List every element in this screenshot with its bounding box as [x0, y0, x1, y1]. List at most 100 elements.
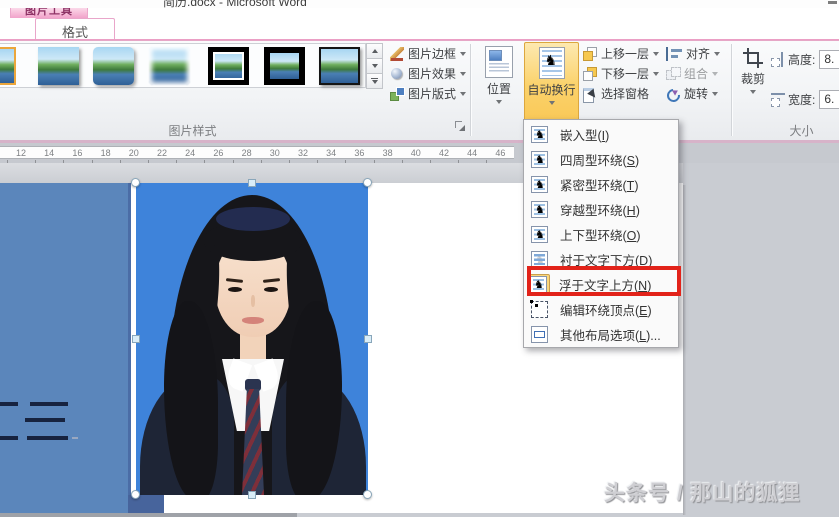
height-row: 高度: 8.: [771, 50, 839, 69]
thumbnail-landscape-image: [264, 47, 305, 85]
menu-item-wrap-E[interactable]: 编辑环绕顶点(E): [524, 297, 678, 322]
chevron-down-icon: [712, 71, 719, 76]
rotate-icon: [666, 87, 680, 101]
photo-nose: [251, 295, 255, 307]
picture-effects-label: 图片效果: [408, 67, 457, 81]
minimize-icon[interactable]: [828, 1, 837, 4]
page-shadow: [683, 185, 686, 515]
wrap-text-icon: [538, 47, 565, 79]
width-icon: [771, 92, 785, 107]
picture-style-thumbnail-style-frame-selected[interactable]: [0, 47, 16, 85]
ribbon-tab-row: 图片工具 格式: [0, 8, 839, 47]
ruler-number: 30: [269, 148, 280, 158]
selection-pane-icon: [583, 87, 597, 103]
picture-effects-icon: [390, 67, 404, 81]
contextual-tab-label: 图片工具: [25, 8, 73, 17]
wrap-style-icon: [531, 201, 548, 218]
ruler-number: 28: [241, 148, 252, 158]
window-title: 简历.docx - Microsoft Word: [163, 0, 307, 8]
menu-item-label: 衬于文字下方(D): [560, 254, 653, 268]
position-label: 位置: [486, 82, 511, 96]
ruler-number: 16: [72, 148, 83, 158]
menu-item-icon-wrap: [528, 126, 551, 143]
rotate-button[interactable]: 旋转: [666, 84, 719, 103]
wrap-style-icon: [531, 326, 548, 343]
group-separator: [470, 44, 471, 136]
group-separator: [731, 44, 732, 136]
resize-handle-top-center[interactable]: [248, 179, 256, 187]
chevron-down-icon: [460, 51, 467, 56]
ruler-number: 12: [15, 148, 27, 158]
picture-border-button[interactable]: 图片边框: [390, 44, 467, 63]
gallery-scroll-up-icon[interactable]: [366, 43, 383, 59]
page-bottom-edge: [0, 513, 297, 517]
dialog-launcher-icon[interactable]: [455, 121, 466, 132]
thumbnail-landscape-image: [208, 47, 249, 85]
send-backward-button[interactable]: 下移一层: [583, 64, 660, 83]
resize-handle-bottom-right[interactable]: [363, 490, 372, 499]
picture-effects-button[interactable]: 图片效果: [390, 64, 467, 83]
picture-style-thumbnail-style-drop-shadow[interactable]: [38, 47, 79, 85]
portrait-photo[interactable]: [136, 183, 368, 495]
resize-handle-top-left[interactable]: [131, 178, 140, 187]
menu-item-icon-wrap: [528, 251, 551, 268]
photo-mouth: [242, 317, 264, 324]
photo-headband: [216, 207, 290, 231]
width-label: 宽度:: [788, 93, 816, 107]
resize-handle-bottom-center[interactable]: [248, 491, 256, 499]
resize-handle-top-right[interactable]: [363, 178, 372, 187]
picture-style-thumbnail-style-soft-edges[interactable]: [149, 47, 190, 85]
picture-style-thumbnail-style-black-frame[interactable]: [264, 47, 305, 85]
menu-item-wrap-H[interactable]: 穿越型环绕(H): [524, 197, 678, 222]
thumbnail-landscape-image: [149, 47, 190, 85]
contextual-tab-header: 图片工具: [10, 8, 88, 18]
menu-item-wrap-I[interactable]: 嵌入型(I): [524, 122, 678, 147]
height-input[interactable]: 8.: [819, 50, 839, 69]
selection-pane-label: 选择窗格: [601, 87, 650, 101]
text-placeholder-line: [0, 436, 18, 440]
resize-handle-middle-right[interactable]: [364, 335, 372, 343]
ruler-number: 38: [382, 148, 393, 158]
selection-pane-button[interactable]: 选择窗格: [583, 84, 649, 103]
wrap-style-icon: [530, 276, 547, 293]
bring-forward-label: 上移一层: [601, 47, 650, 61]
resize-handle-middle-left[interactable]: [132, 335, 140, 343]
text-placeholder-line: [0, 402, 18, 406]
picture-style-thumbnail-style-thin-frame[interactable]: [319, 47, 360, 85]
send-backward-label: 下移一层: [601, 67, 650, 81]
picture-style-thumbnail-style-rounded[interactable]: [93, 47, 134, 85]
resize-handle-bottom-left[interactable]: [131, 490, 140, 499]
position-icon: [485, 46, 513, 78]
menu-item-icon-wrap: [528, 151, 551, 168]
menu-item-wrap-S[interactable]: 四周型环绕(S): [524, 147, 678, 172]
ruler-number: 22: [156, 148, 168, 158]
ruler-number: 32: [297, 148, 309, 158]
chevron-down-icon: [750, 90, 756, 94]
ruler-number: 14: [44, 148, 55, 158]
chevron-down-icon: [714, 51, 721, 56]
picture-layout-button[interactable]: 图片版式: [390, 84, 467, 103]
ruler-number: 18: [100, 148, 111, 158]
chevron-down-icon: [548, 101, 555, 105]
picture-style-thumbnail-style-black-frame-inset[interactable]: [208, 47, 249, 85]
width-input[interactable]: 6.: [819, 90, 839, 109]
menu-item-wrap-T[interactable]: 紧密型环绕(T): [524, 172, 678, 197]
menu-item-label: 其他布局选项(L)...: [560, 329, 661, 343]
ruler-number: 46: [495, 148, 506, 158]
bring-forward-button[interactable]: 上移一层: [583, 44, 660, 63]
menu-item-wrap-O[interactable]: 上下型环绕(O): [524, 222, 678, 247]
position-button[interactable]: 位置: [477, 42, 521, 138]
menu-item-wrap-N[interactable]: 浮于文字上方(N): [524, 272, 678, 297]
text-placeholder-line: [27, 436, 68, 440]
menu-item-wrap-L[interactable]: 其他布局选项(L)...: [524, 322, 678, 347]
align-button[interactable]: 对齐: [666, 44, 721, 63]
ruler-number: 44: [467, 148, 478, 158]
chevron-down-icon: [460, 71, 467, 76]
menu-item-icon-wrap: [528, 300, 551, 318]
menu-item-wrap-D[interactable]: 衬于文字下方(D): [524, 247, 678, 272]
gallery-scroll-down-icon[interactable]: [366, 58, 383, 74]
document-area: [0, 163, 839, 517]
size-group-label: 大小: [789, 124, 814, 138]
align-icon: [666, 46, 682, 61]
gallery-more-icon[interactable]: [366, 73, 383, 89]
